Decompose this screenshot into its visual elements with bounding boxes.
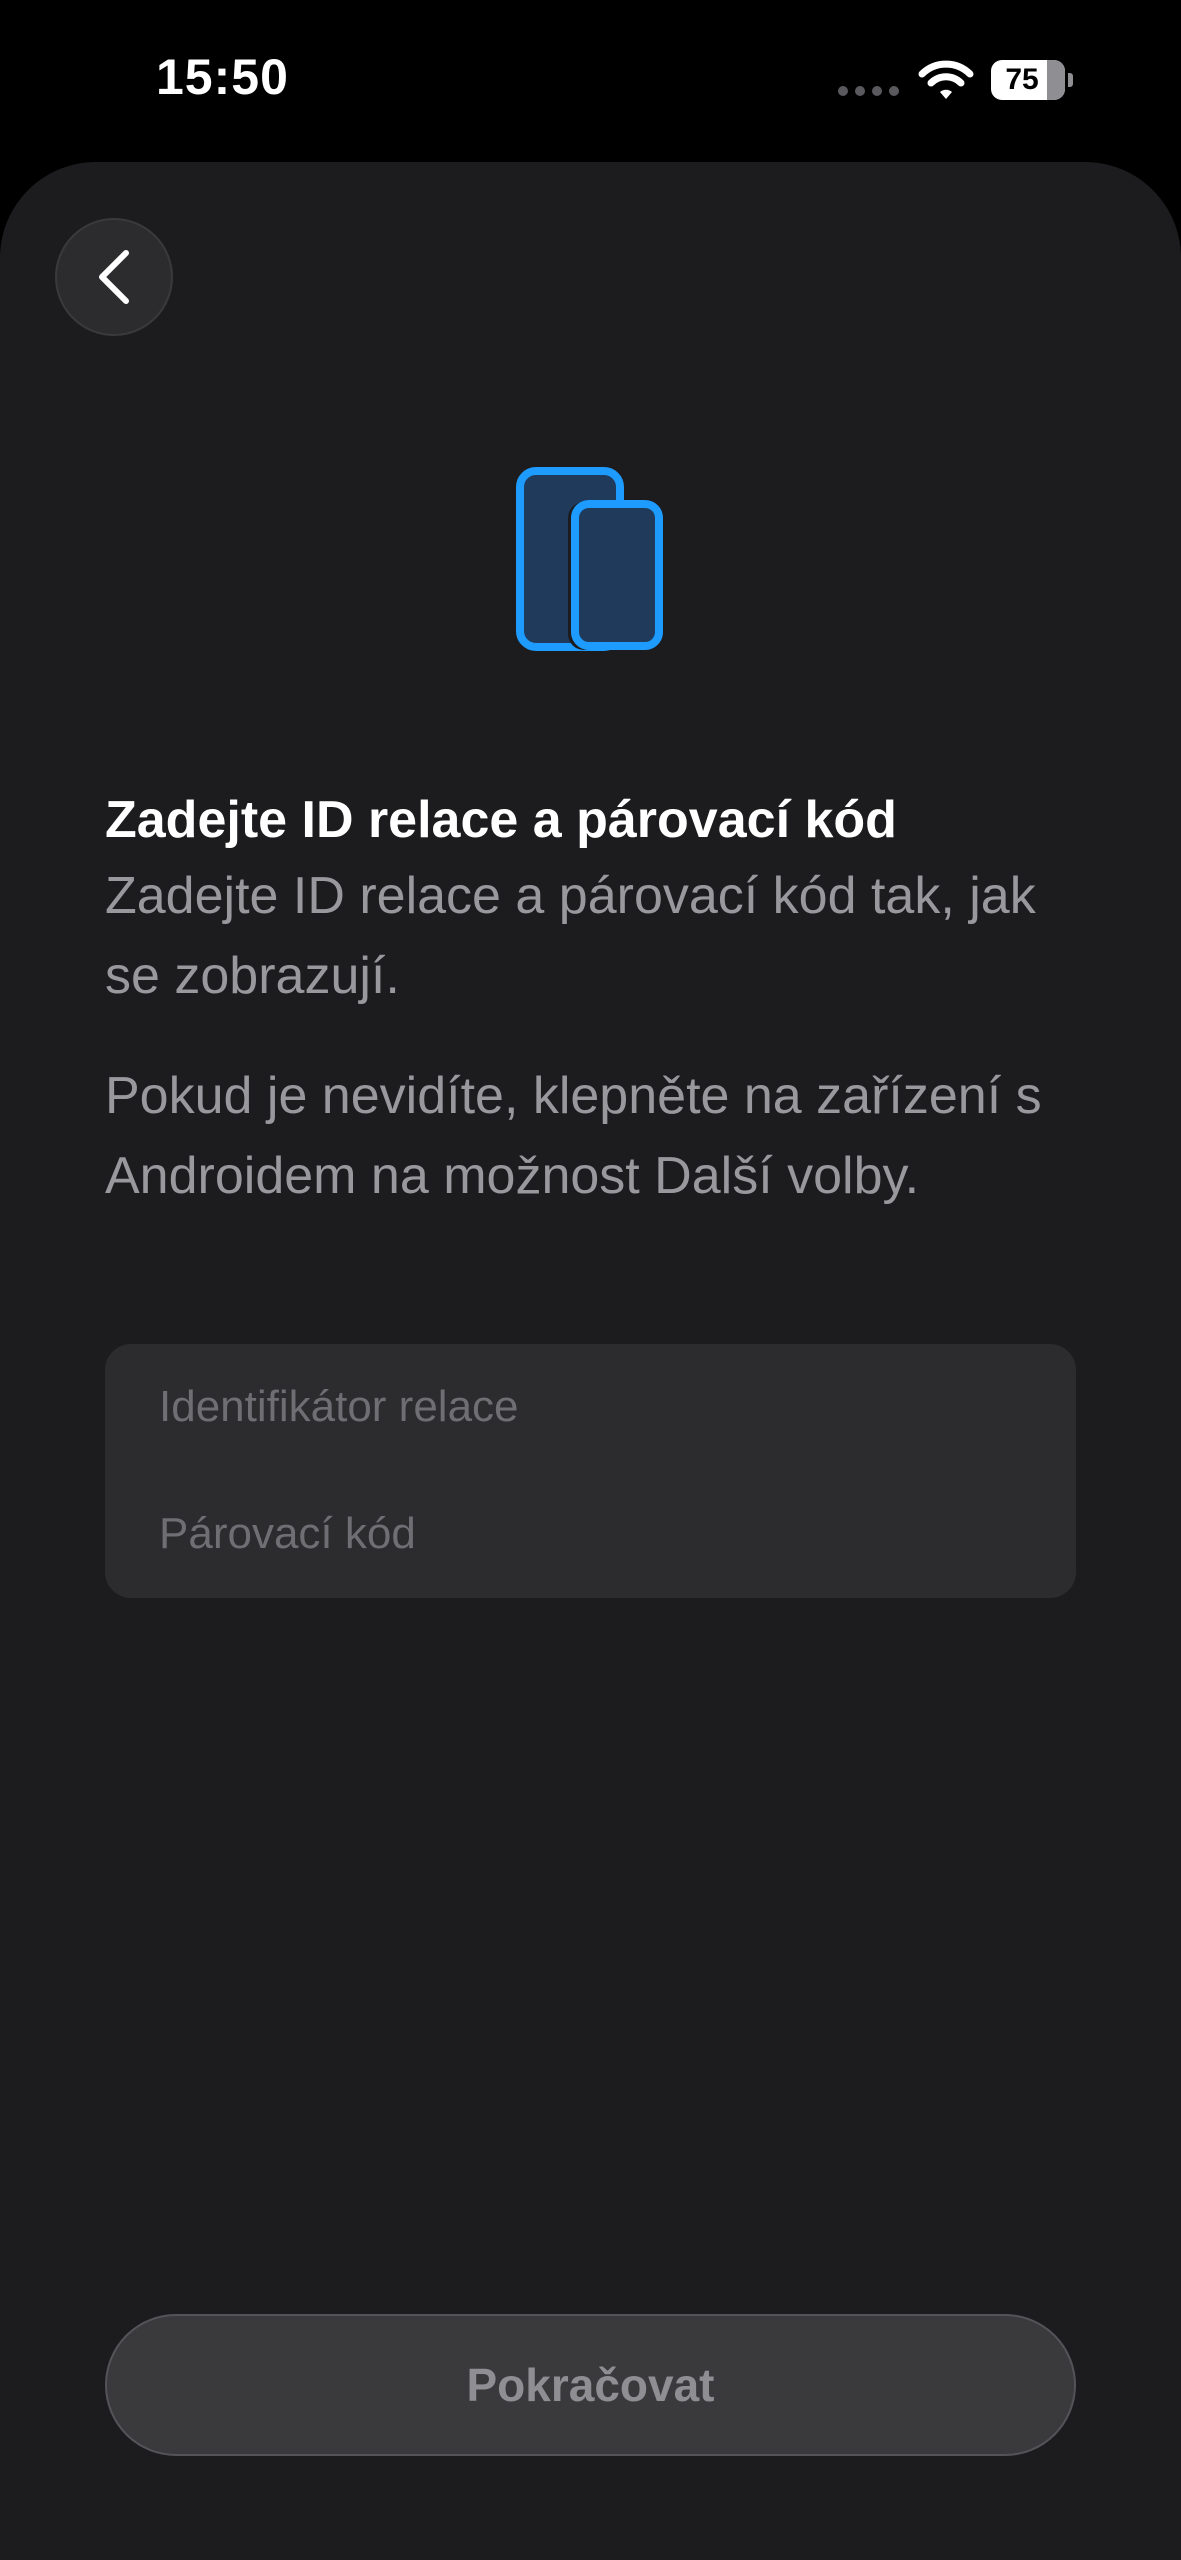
pairing-code-input[interactable] [159,1499,1039,1569]
instructions-text: Pokud je nevidíte, klepněte na zařízení … [105,1067,1042,1205]
status-time: 15:50 [156,49,289,105]
page-subtitle: Zadejte ID relace a párovací kód tak, ja… [105,867,1036,1005]
continue-button[interactable]: Pokračovat [105,2314,1076,2456]
battery-level: 75 [1005,63,1039,96]
session-id-input[interactable] [159,1372,1039,1442]
chevron-left-icon [99,250,129,304]
devices-icon [516,467,663,651]
back-button[interactable] [55,218,173,336]
battery-icon: 75 [991,60,1073,100]
page-title: Zadejte ID relace a párovací kód [105,791,897,849]
pairing-form [105,1344,1076,1598]
wifi-icon [918,60,974,99]
signal-icon [838,86,899,96]
status-bar: 15:50 75 [0,0,1181,160]
